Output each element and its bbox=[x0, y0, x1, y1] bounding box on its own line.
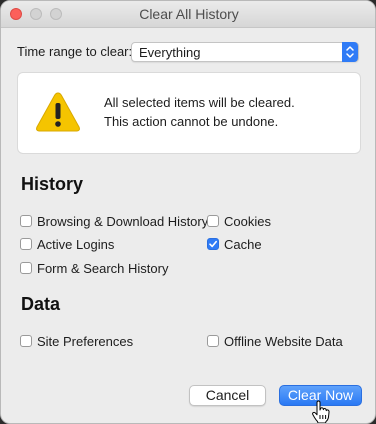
checkbox-active-logins[interactable]: Active Logins bbox=[20, 236, 114, 252]
warning-text-line-1: All selected items will be cleared. bbox=[104, 95, 295, 110]
time-range-selected-value: Everything bbox=[139, 45, 201, 60]
title-bar[interactable]: Clear All History bbox=[1, 1, 375, 28]
warning-panel: All selected items will be cleared. This… bbox=[17, 72, 361, 154]
checkbox-offline-website-data[interactable]: Offline Website Data bbox=[207, 333, 343, 349]
checkbox-label: Form & Search History bbox=[37, 260, 169, 276]
checkbox-label: Site Preferences bbox=[37, 333, 134, 349]
select-arrows-icon bbox=[342, 42, 358, 62]
checkbox-label: Browsing & Download History bbox=[37, 213, 209, 229]
checkbox-box[interactable] bbox=[20, 215, 32, 227]
checkbox-box[interactable] bbox=[20, 335, 32, 347]
time-range-label: Time range to clear: bbox=[17, 44, 133, 59]
window-title: Clear All History bbox=[139, 6, 239, 22]
checkbox-label: Active Logins bbox=[37, 236, 115, 252]
checkbox-box-checked[interactable] bbox=[207, 238, 219, 250]
checkbox-box[interactable] bbox=[20, 262, 32, 274]
checkbox-cache[interactable]: Cache bbox=[207, 236, 262, 252]
checkmark-icon bbox=[209, 240, 217, 248]
checkbox-label: Cache bbox=[224, 236, 262, 252]
checkbox-label: Offline Website Data bbox=[224, 333, 343, 349]
clear-history-dialog: Clear All History Time range to clear: E… bbox=[0, 0, 376, 424]
checkbox-box[interactable] bbox=[207, 335, 219, 347]
warning-triangle-icon bbox=[35, 90, 81, 134]
cancel-button[interactable]: Cancel bbox=[189, 385, 266, 406]
checkbox-site-preferences[interactable]: Site Preferences bbox=[20, 333, 133, 349]
checkbox-browsing-download-history[interactable]: Browsing & Download History bbox=[20, 213, 208, 229]
history-heading: History bbox=[21, 174, 84, 194]
hand-pointer-cursor-icon bbox=[311, 400, 333, 423]
time-range-select[interactable]: Everything bbox=[131, 42, 359, 62]
checkbox-box[interactable] bbox=[207, 215, 219, 227]
checkbox-cookies[interactable]: Cookies bbox=[207, 213, 271, 229]
checkbox-form-search-history[interactable]: Form & Search History bbox=[20, 260, 168, 276]
checkbox-label: Cookies bbox=[224, 213, 271, 229]
checkbox-box[interactable] bbox=[20, 238, 32, 250]
warning-text-line-2: This action cannot be undone. bbox=[104, 114, 279, 129]
data-heading: Data bbox=[21, 294, 61, 314]
